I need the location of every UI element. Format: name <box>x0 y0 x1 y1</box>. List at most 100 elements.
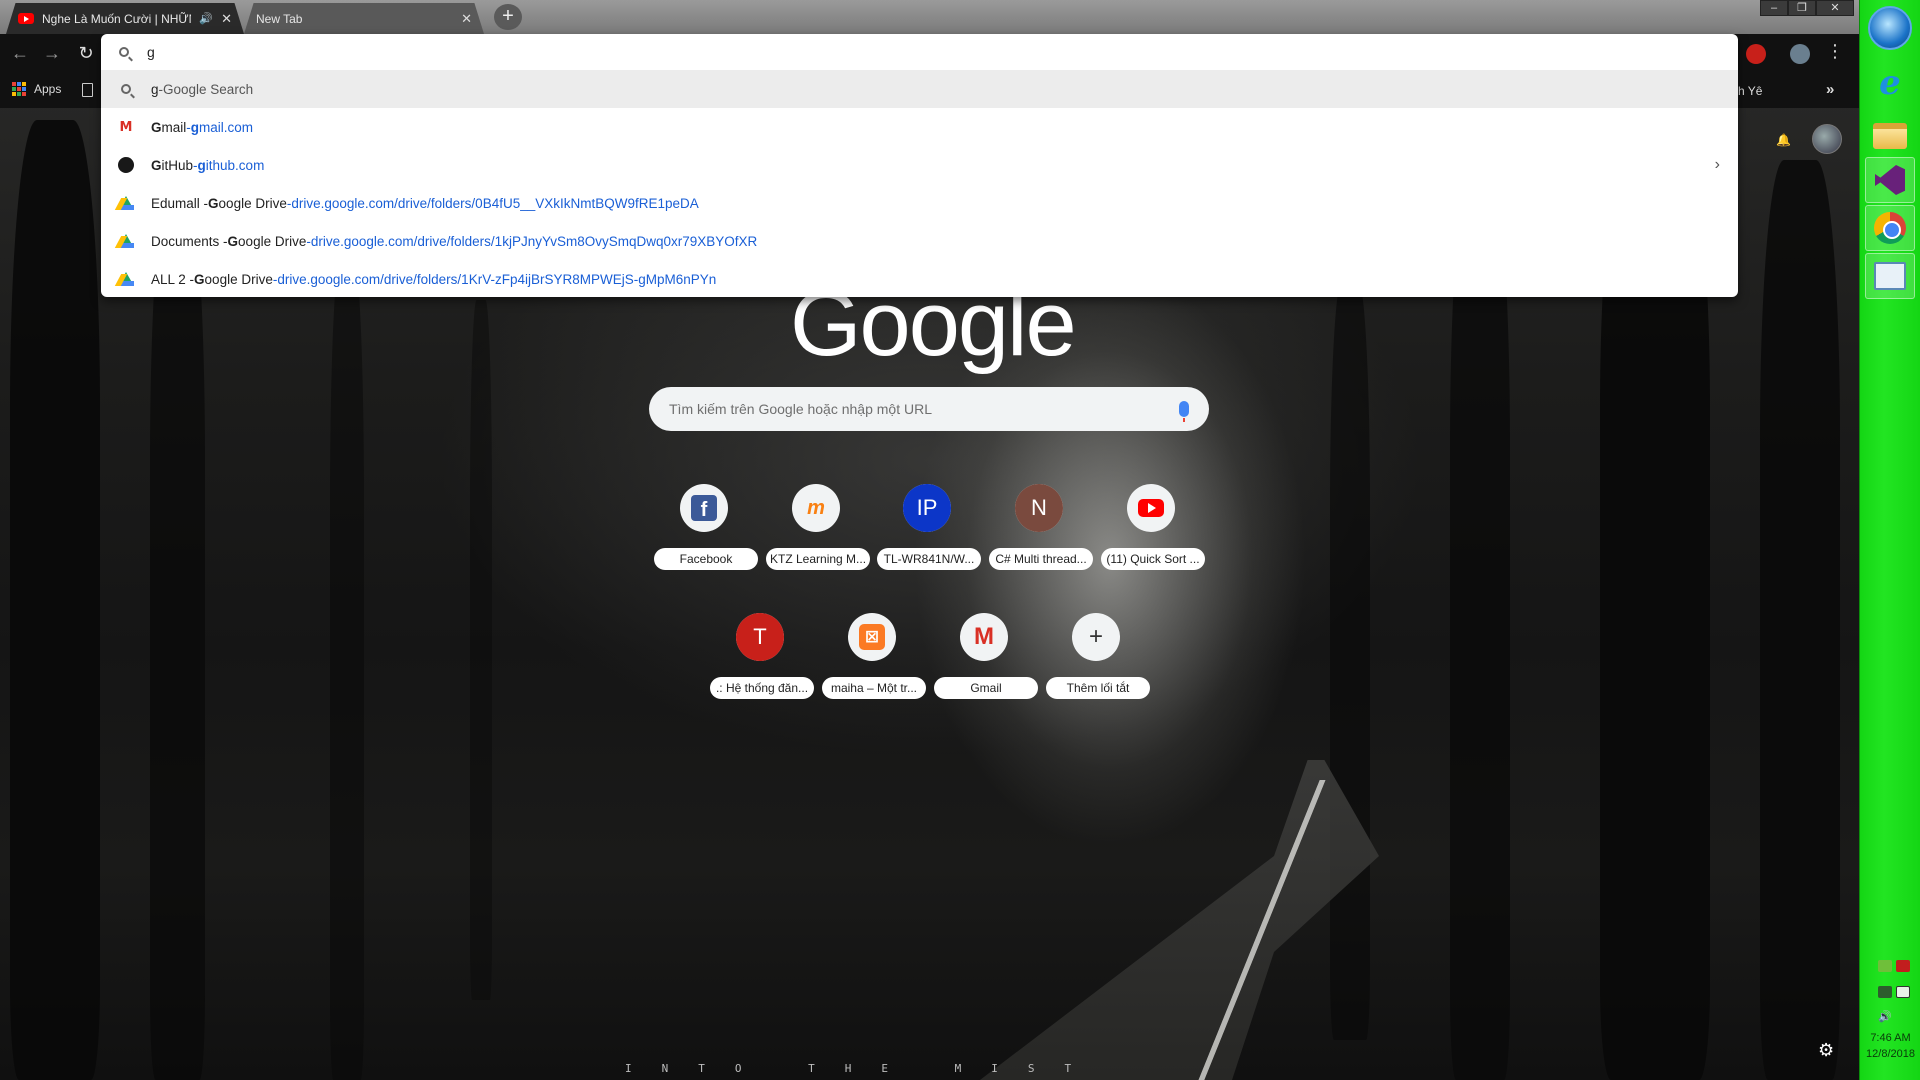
start-button[interactable] <box>1868 6 1912 50</box>
suggestion-drive-edumall[interactable]: Edumall - Google Drive - drive.google.co… <box>101 184 1738 222</box>
internet-explorer-icon: e <box>1879 63 1901 103</box>
suggestion-title: g <box>151 81 159 97</box>
suggestion-drive-documents[interactable]: Documents - Google Drive - drive.google.… <box>101 222 1738 260</box>
minimize-button[interactable]: – <box>1760 0 1788 16</box>
address-bar-input[interactable] <box>147 44 1547 60</box>
shortcut-label: Gmail <box>934 677 1038 699</box>
search-icon <box>119 47 129 57</box>
forward-icon[interactable]: → <box>40 42 64 66</box>
ntp-search-input[interactable] <box>669 401 1179 417</box>
shortcut-label: Thêm lối tắt <box>1046 677 1150 699</box>
tray-network-icon[interactable] <box>1878 960 1892 972</box>
shortcut-tile[interactable]: (11) Quick Sort ... <box>1101 484 1205 580</box>
extension-icon[interactable] <box>1790 44 1810 64</box>
letter-avatar: T <box>736 613 784 661</box>
tab-youtube[interactable]: Nghe Là Muốn Cười | NHỮN 🔊 ✕ <box>6 3 244 34</box>
ntp-search-box[interactable] <box>649 387 1209 431</box>
taskbar-internet-explorer[interactable]: e <box>1865 60 1915 106</box>
clock-date[interactable]: 12/8/2018 <box>1860 1048 1920 1060</box>
shortcut-label: .: Hệ thống đăn... <box>710 677 814 699</box>
shortcut-tile[interactable]: f Facebook <box>654 484 758 580</box>
youtube-icon <box>1138 499 1164 517</box>
taskbar-file-explorer[interactable] <box>1865 113 1915 159</box>
letter-avatar: IP <box>903 484 951 532</box>
shortcut-label: maiha – Một tr... <box>822 677 926 699</box>
more-menu-icon[interactable]: ⋮ <box>1826 41 1844 62</box>
volume-icon[interactable]: 🔊 <box>1878 1010 1892 1023</box>
plus-icon: + <box>1088 623 1103 650</box>
visual-studio-icon <box>1875 165 1905 195</box>
window-app-icon <box>1874 262 1906 290</box>
avatar[interactable] <box>1812 124 1842 154</box>
suggestion-google-search[interactable]: g - Google Search <box>101 70 1738 108</box>
moodle-icon: m <box>807 496 825 519</box>
omnibox[interactable] <box>101 34 1738 70</box>
new-tab-button[interactable]: + <box>494 4 522 30</box>
restore-button[interactable]: ❐ <box>1788 0 1816 16</box>
youtube-icon <box>18 13 34 24</box>
suggestion-url: ithub.com <box>205 157 265 173</box>
xampp-icon: ⊠ <box>859 624 885 650</box>
search-icon <box>121 84 131 94</box>
shortcut-label: KTZ Learning M... <box>766 548 870 570</box>
shortcut-label: Facebook <box>654 548 758 570</box>
close-tab-icon[interactable]: ✕ <box>221 11 232 27</box>
background-caption: INTO THE MIST <box>625 1062 1102 1075</box>
customize-gear-icon[interactable]: ⚙ <box>1818 1040 1834 1061</box>
shortcut-tile[interactable]: N C# Multi thread... <box>989 484 1093 580</box>
suggestion-url: mail.com <box>199 119 254 135</box>
gmail-icon: M <box>974 623 994 650</box>
shortcut-tile[interactable]: IP TL-WR841N/W... <box>877 484 981 580</box>
reload-icon[interactable]: ↻ <box>74 42 98 66</box>
close-tab-icon[interactable]: ✕ <box>461 11 472 27</box>
chrome-icon <box>1874 212 1906 244</box>
tab-title: Nghe Là Muốn Cười | NHỮN <box>42 11 192 26</box>
bookmarks-overflow-icon[interactable]: » <box>1826 81 1834 98</box>
tab-new-tab[interactable]: New Tab ✕ <box>244 3 484 34</box>
suggestion-drive-all2[interactable]: ALL 2 - Google Drive - drive.google.com/… <box>101 260 1738 297</box>
microphone-icon[interactable] <box>1179 401 1189 422</box>
tray-monitor-icon[interactable] <box>1896 986 1910 998</box>
suggestion-description: Google Search <box>163 81 254 97</box>
taskbar-app[interactable] <box>1865 253 1915 299</box>
bookmark-page-icon[interactable] <box>82 83 93 97</box>
suggestion-gmail[interactable]: M Gmail - g mail.com <box>101 108 1738 146</box>
apps-label: Apps <box>34 82 62 96</box>
speaker-icon[interactable]: 🔊 <box>199 12 213 25</box>
letter-avatar: N <box>1015 484 1063 532</box>
shortcut-tile[interactable]: M Gmail <box>934 613 1038 709</box>
google-drive-icon <box>118 272 134 286</box>
shortcut-label: TL-WR841N/W... <box>877 548 981 570</box>
notification-bell-icon[interactable]: 🔔 <box>1776 133 1791 147</box>
tab-strip: Nghe Là Muốn Cười | NHỮN 🔊 ✕ New Tab ✕ +… <box>0 0 1859 34</box>
shortcut-label: (11) Quick Sort ... <box>1101 548 1205 570</box>
suggestion-github[interactable]: GitHub - g ithub.com › <box>101 146 1738 184</box>
suggestion-url: drive.google.com/drive/folders/1kjPJnyYv… <box>310 233 758 249</box>
add-shortcut-tile[interactable]: + Thêm lối tắt <box>1046 613 1150 709</box>
taskbar-chrome[interactable] <box>1865 205 1915 251</box>
tray-app-icon[interactable] <box>1896 960 1910 972</box>
taskbar-visual-studio[interactable] <box>1865 157 1915 203</box>
folder-icon <box>1873 123 1907 149</box>
tray-nvidia-icon[interactable] <box>1878 986 1892 998</box>
suggestion-url: drive.google.com/drive/folders/0B4fU5__V… <box>291 195 699 211</box>
close-window-button[interactable]: ✕ <box>1816 0 1854 16</box>
shortcut-tile[interactable]: ⊠ maiha – Một tr... <box>822 613 926 709</box>
facebook-icon: f <box>691 495 717 521</box>
chevron-right-icon[interactable]: › <box>1715 156 1720 174</box>
bookmark-item[interactable]: h Yê <box>1738 84 1762 98</box>
clock-time[interactable]: 7:46 AM <box>1860 1032 1920 1044</box>
extension-icon[interactable] <box>1746 44 1766 64</box>
shortcut-tile[interactable]: T .: Hệ thống đăn... <box>710 613 814 709</box>
google-drive-icon <box>118 234 134 248</box>
suggestion-url: drive.google.com/drive/folders/1KrV-zFp4… <box>277 271 717 287</box>
back-icon[interactable]: ← <box>8 42 32 66</box>
google-drive-icon <box>118 196 134 210</box>
shortcut-tile[interactable]: m KTZ Learning M... <box>766 484 870 580</box>
omnibox-dropdown: g - Google Search M Gmail - gmail.com Gi… <box>101 34 1738 297</box>
gmail-icon: M <box>119 119 133 135</box>
taskbar: e 🔊 7:46 AM 12/8/2018 <box>1859 0 1920 1080</box>
apps-grid-icon <box>12 82 26 96</box>
github-icon <box>118 157 134 173</box>
apps-button[interactable]: Apps <box>12 82 61 96</box>
